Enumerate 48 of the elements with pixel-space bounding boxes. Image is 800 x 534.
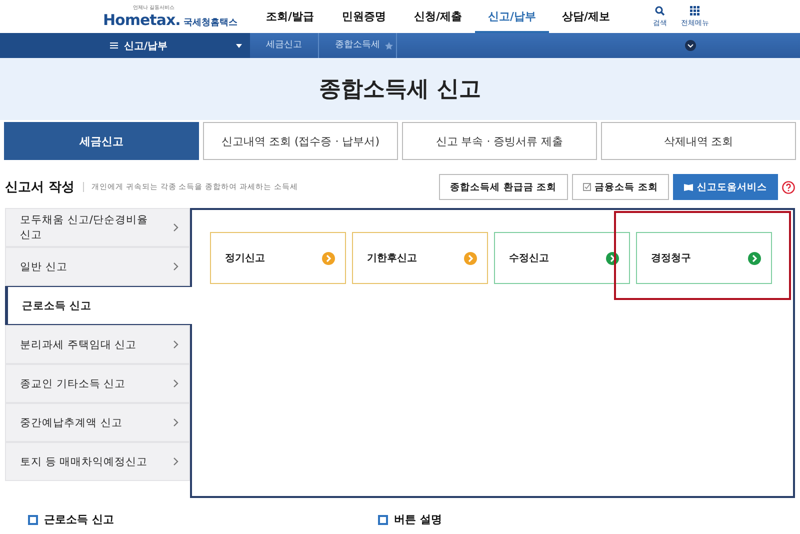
action-button[interactable]: 신고도움서비스	[673, 174, 778, 200]
caret-icon	[236, 44, 242, 48]
subsection-heading: 버튼 설명	[394, 512, 442, 527]
sidebar-item[interactable]: 토지 등 매매차익예정신고	[5, 442, 190, 482]
sidebar-item[interactable]: 모두채움 신고/단순경비율 신고	[5, 208, 190, 248]
arrow-circle-icon	[748, 252, 761, 264]
square-bullet-icon	[28, 514, 38, 524]
menu-item[interactable]: 조회/발급	[253, 0, 327, 33]
help-icon[interactable]	[782, 180, 795, 194]
tab[interactable]: 신고 부속 · 증빙서류 제출	[402, 122, 597, 160]
filing-option-button[interactable]: 정기신고	[210, 232, 346, 284]
tab[interactable]: 신고내역 조회 (접수증 · 납부서)	[203, 122, 398, 160]
menu-item[interactable]: 신청/제출	[401, 0, 475, 33]
square-bullet-icon	[378, 514, 388, 524]
filing-option-button[interactable]: 기한후신고	[352, 232, 488, 284]
sidebar-item[interactable]: 일반 신고	[5, 247, 190, 286]
star-icon[interactable]	[385, 42, 393, 50]
search-icon	[655, 6, 665, 16]
menu-dropdown[interactable]: 신고/납부	[0, 33, 250, 58]
grid-icon	[690, 6, 700, 16]
section-title: 신고서 작성	[5, 179, 75, 196]
sidebar-item[interactable]: 종교인 기타소득 신고	[5, 364, 190, 404]
page-title: 종합소득세 신고	[319, 76, 481, 104]
expand-icon[interactable]	[685, 40, 696, 51]
subsection-heading: 근로소득 신고	[44, 512, 114, 527]
menu-item[interactable]: 민원증명	[327, 0, 401, 33]
chevron-icon	[173, 418, 179, 428]
tab[interactable]: 삭제내역 조회	[601, 122, 796, 160]
action-button[interactable]: 종합소득세 환급금 조회	[439, 174, 568, 200]
tab[interactable]: 세금신고	[4, 122, 199, 160]
filing-option-button[interactable]: 경정청구	[636, 232, 772, 284]
arrow-circle-icon	[606, 252, 619, 264]
sidebar-item[interactable]: 근로소득 신고	[5, 286, 192, 326]
menu-item[interactable]: 상담/제보	[549, 0, 623, 33]
filing-option-button[interactable]: 수정신고	[494, 232, 630, 284]
chevron-icon	[173, 340, 179, 350]
arrow-circle-icon	[322, 252, 335, 264]
action-button[interactable]: 금융소득 조회	[572, 174, 669, 200]
chevron-icon	[173, 223, 179, 232]
sidebar-item[interactable]: 중간예납추계액 신고	[5, 403, 190, 442]
arrow-circle-icon	[464, 252, 477, 264]
chevron-icon	[173, 457, 179, 466]
menu-icon	[110, 42, 118, 49]
chevron-icon	[173, 379, 179, 388]
checkbox-icon	[582, 183, 591, 191]
book-icon	[684, 183, 693, 191]
sidebar-item[interactable]: 분리과세 주택임대 신고	[5, 325, 190, 364]
chevron-icon	[173, 262, 179, 272]
